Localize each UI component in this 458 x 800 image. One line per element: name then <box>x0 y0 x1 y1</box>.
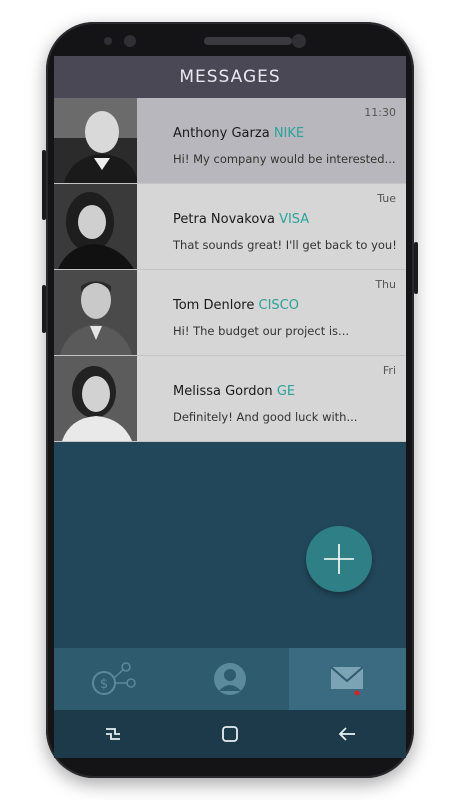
message-preview: Hi! My company would be interested... <box>173 152 396 166</box>
avatar <box>54 184 137 269</box>
message-preview: That sounds great! I'll get back to you! <box>173 238 397 252</box>
message-row[interactable]: 11:30 Anthony Garza NIKE Hi! My company … <box>54 98 406 184</box>
company-label: CISCO <box>258 298 299 313</box>
message-list: 11:30 Anthony Garza NIKE Hi! My company … <box>54 98 406 442</box>
power-button <box>414 242 418 294</box>
message-time: 11:30 <box>364 106 396 119</box>
contact-name: Tom Denlore CISCO <box>173 298 299 313</box>
message-row[interactable]: Tue Petra Novakova VISA That sounds grea… <box>54 184 406 270</box>
message-time: Fri <box>382 364 396 377</box>
iris-scanner-icon <box>292 34 306 48</box>
back-button[interactable] <box>327 714 367 754</box>
earpiece-speaker <box>204 37 292 45</box>
message-row[interactable]: Thu Tom Denlore CISCO Hi! The budget our… <box>54 270 406 356</box>
avatar <box>54 270 137 355</box>
company-label: NIKE <box>273 126 305 141</box>
mail-icon <box>330 666 364 696</box>
page-title: MESSAGES <box>179 67 281 87</box>
sensor-icon <box>104 37 112 45</box>
app-screen: MESSAGES 11:30 Anthony Garza NIKE Hi! My… <box>54 56 406 758</box>
bixby-button <box>42 285 46 333</box>
plus-icon <box>324 544 354 574</box>
avatar <box>54 356 137 441</box>
dollar-network-icon: $ <box>91 662 136 695</box>
volume-button <box>42 150 46 220</box>
home-icon <box>222 726 238 742</box>
message-preview: Definitely! And good luck with... <box>173 410 358 424</box>
message-time: Tue <box>377 192 396 205</box>
contact-name: Anthony Garza NIKE <box>173 126 304 141</box>
contact-name-text: Anthony Garza <box>173 126 270 141</box>
tab-finance[interactable]: $ <box>54 648 171 710</box>
recent-apps-button[interactable] <box>93 714 133 754</box>
message-time: Thu <box>375 278 396 291</box>
front-camera-icon <box>124 35 136 47</box>
company-label: VISA <box>279 212 310 227</box>
contact-name-text: Melissa Gordon <box>173 384 273 399</box>
avatar <box>54 98 137 183</box>
messages-header: MESSAGES <box>54 56 406 98</box>
tab-profile[interactable] <box>171 648 288 710</box>
contact-name-text: Tom Denlore <box>173 298 255 313</box>
company-label: GE <box>276 384 296 399</box>
home-button[interactable] <box>210 714 250 754</box>
bottom-tab-bar: $ <box>54 648 406 710</box>
user-profile-icon <box>213 663 246 695</box>
contact-name: Petra Novakova VISA <box>173 212 309 227</box>
new-message-button[interactable] <box>306 526 372 592</box>
contact-name-text: Petra Novakova <box>173 212 275 227</box>
system-navigation-bar <box>54 710 406 758</box>
back-arrow-icon <box>339 727 356 741</box>
svg-text:$: $ <box>100 677 108 692</box>
recent-apps-icon <box>105 728 120 740</box>
message-preview: Hi! The budget our project is... <box>173 324 350 338</box>
contact-name: Melissa Gordon GE <box>173 384 295 399</box>
message-row[interactable]: Fri Melissa Gordon GE Definitely! And go… <box>54 356 406 442</box>
tab-messages[interactable] <box>288 648 406 710</box>
